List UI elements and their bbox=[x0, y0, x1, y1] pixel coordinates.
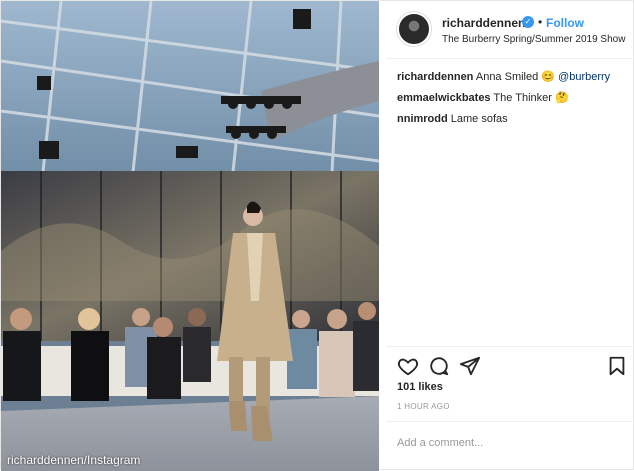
comments-list: richarddennen Anna Smiled 😊 @burberry em… bbox=[397, 70, 629, 133]
comment-username[interactable]: richarddennen bbox=[397, 71, 473, 83]
likes-count[interactable]: 101 likes bbox=[397, 381, 443, 393]
share-icon[interactable] bbox=[459, 355, 481, 377]
photo-watermark: richarddennen/Instagram bbox=[7, 453, 141, 467]
heart-icon[interactable] bbox=[397, 355, 419, 377]
instagram-post: richarddennen/Instagram richarddennen ✓ … bbox=[0, 0, 634, 471]
comment-item: richarddennen Anna Smiled 😊 @burberry bbox=[397, 70, 629, 84]
comment-icon[interactable] bbox=[428, 355, 450, 377]
post-timestamp[interactable]: 1 HOUR AGO bbox=[397, 402, 450, 411]
comment-text: The Thinker 🤔 bbox=[493, 92, 569, 104]
follow-button[interactable]: Follow bbox=[546, 16, 584, 30]
comment-mention[interactable]: @burberry bbox=[558, 71, 610, 83]
comment-text: Lame sofas bbox=[450, 113, 508, 125]
post-details-panel: richarddennen ✓ • Follow The Burberry Sp… bbox=[386, 1, 634, 471]
header-username[interactable]: richarddennen bbox=[442, 16, 525, 30]
avatar[interactable] bbox=[397, 12, 431, 46]
comment-username[interactable]: nnimrodd bbox=[397, 113, 448, 125]
comment-item: nnimrodd Lame sofas bbox=[397, 112, 629, 126]
runway-photo-illustration bbox=[1, 1, 379, 471]
post-actions-bar bbox=[386, 346, 634, 378]
separator-dot: • bbox=[538, 15, 543, 29]
comment-username[interactable]: emmaelwickbates bbox=[397, 92, 491, 104]
verified-badge-icon: ✓ bbox=[522, 16, 534, 28]
comment-text: Anna Smiled 😊 bbox=[475, 71, 559, 83]
post-location[interactable]: The Burberry Spring/Summer 2019 Show bbox=[442, 34, 625, 45]
add-comment-bar bbox=[386, 421, 634, 471]
post-header: richarddennen ✓ • Follow The Burberry Sp… bbox=[386, 1, 634, 59]
add-comment-input[interactable] bbox=[397, 432, 622, 454]
bookmark-icon[interactable] bbox=[606, 355, 628, 377]
post-photo[interactable]: richarddennen/Instagram bbox=[1, 1, 379, 471]
comment-item: emmaelwickbates The Thinker 🤔 bbox=[397, 91, 629, 105]
